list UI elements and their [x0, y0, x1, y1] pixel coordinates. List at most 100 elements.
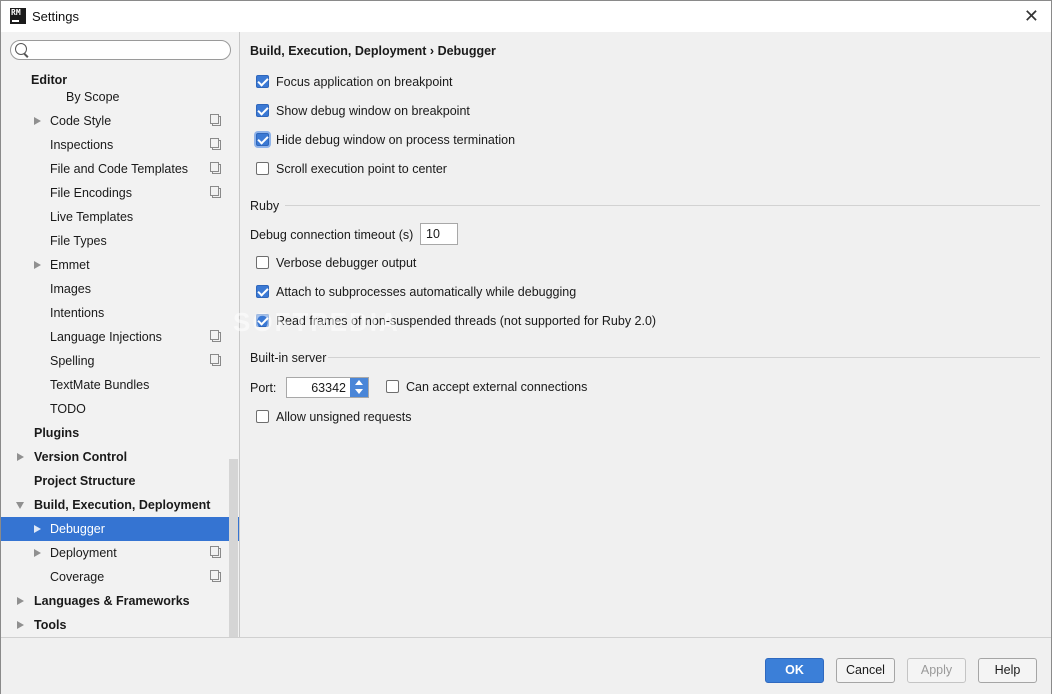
tree-item-code-style[interactable]: Code Style	[1, 109, 239, 133]
settings-sidebar: Editor By Scope Code Style Inspections F…	[1, 32, 240, 637]
tree-item-label: File and Code Templates	[50, 162, 189, 176]
tree-item-version-control[interactable]: Version Control	[1, 445, 239, 469]
spinner-buttons[interactable]	[350, 378, 368, 397]
expand-arrow-icon[interactable]	[34, 525, 41, 533]
tree-item-file-code-templates[interactable]: File and Code Templates	[1, 157, 239, 181]
breadcrumb-parent: Build, Execution, Deployment	[250, 44, 427, 58]
read-frames-checkbox[interactable]	[256, 314, 269, 327]
ok-button[interactable]: OK	[765, 658, 824, 683]
show-debug-window-checkbox[interactable]	[256, 104, 269, 117]
tree-item-label: Inspections	[50, 138, 114, 152]
tree-item-label: Languages & Frameworks	[34, 594, 190, 608]
window-title: Settings	[32, 9, 79, 24]
port-spinner[interactable]: 63342	[286, 377, 369, 398]
tree-item-label: Live Templates	[50, 210, 134, 224]
project-settings-icon	[210, 162, 221, 174]
hide-debug-window-checkbox[interactable]	[256, 133, 269, 146]
tree-item-emmet[interactable]: Emmet	[1, 253, 239, 277]
tree-item-todo[interactable]: TODO	[1, 397, 239, 421]
tree-item-project-structure[interactable]: Project Structure	[1, 469, 239, 493]
settings-content: Build, Execution, Deployment › Debugger …	[240, 32, 1051, 637]
help-button[interactable]: Help	[978, 658, 1037, 683]
settings-window: RM Settings ✕ Editor By Scope Code Style…	[0, 0, 1052, 694]
tree-item-textmate-bundles[interactable]: TextMate Bundles	[1, 373, 239, 397]
server-section-divider	[328, 357, 1040, 358]
tree-item-label: File Encodings	[50, 186, 132, 200]
project-settings-icon	[210, 546, 221, 558]
tree-item-images[interactable]: Images	[1, 277, 239, 301]
ruby-section-divider	[285, 205, 1040, 206]
timeout-input[interactable]: 10	[420, 223, 458, 245]
attach-subprocesses-label: Attach to subprocesses automatically whi…	[276, 285, 577, 299]
ruby-section-title: Ruby	[250, 199, 280, 213]
tree-item-label: By Scope	[66, 90, 120, 104]
expand-arrow-icon[interactable]	[17, 621, 24, 629]
tree-item-file-encodings[interactable]: File Encodings	[1, 181, 239, 205]
scroll-execution-checkbox[interactable]	[256, 162, 269, 175]
show-debug-window-label: Show debug window on breakpoint	[276, 104, 470, 118]
spinner-up-icon[interactable]	[355, 380, 363, 385]
tree-item-label: Build, Execution, Deployment	[34, 498, 211, 512]
port-label: Port:	[250, 381, 277, 395]
expand-arrow-icon[interactable]	[34, 117, 41, 125]
verbose-output-checkbox[interactable]	[256, 256, 269, 269]
expand-arrow-icon[interactable]	[17, 453, 24, 461]
project-settings-icon	[210, 570, 221, 582]
scroll-execution-label: Scroll execution point to center	[276, 162, 447, 176]
tree-item-label: TODO	[50, 402, 86, 416]
tree-item-file-types[interactable]: File Types	[1, 229, 239, 253]
tree-item-plugins[interactable]: Plugins	[1, 421, 239, 445]
server-section-title: Built-in server	[250, 351, 327, 365]
tree-item-debugger[interactable]: Debugger	[1, 517, 239, 541]
project-settings-icon	[210, 354, 221, 366]
tree-item-build-execution-deployment[interactable]: Build, Execution, Deployment	[1, 493, 239, 517]
tree-item-label: Deployment	[50, 546, 117, 560]
tree-item-label: Spelling	[50, 354, 95, 368]
hide-debug-window-label: Hide debug window on process termination	[276, 133, 516, 147]
tree-item-languages-frameworks[interactable]: Languages & Frameworks	[1, 589, 239, 613]
tree-item-intentions[interactable]: Intentions	[1, 301, 239, 325]
unsigned-requests-label: Allow unsigned requests	[276, 410, 412, 424]
focus-app-label: Focus application on breakpoint	[276, 75, 453, 89]
attach-subprocesses-checkbox[interactable]	[256, 285, 269, 298]
sidebar-scrollbar[interactable]	[229, 459, 238, 637]
tree-item-deployment[interactable]: Deployment	[1, 541, 239, 565]
tree-item-label: Version Control	[34, 450, 128, 464]
breadcrumb-separator: ›	[429, 44, 435, 58]
expand-arrow-icon[interactable]	[17, 597, 24, 605]
verbose-output-label: Verbose debugger output	[276, 256, 417, 270]
port-value: 63342	[311, 381, 346, 395]
tree-item-spelling[interactable]: Spelling	[1, 349, 239, 373]
close-icon[interactable]: ✕	[1024, 6, 1039, 27]
external-connections-label: Can accept external connections	[406, 380, 588, 394]
search-input[interactable]	[31, 42, 225, 60]
tree-item-label: Plugins	[34, 426, 80, 440]
tree-item-live-templates[interactable]: Live Templates	[1, 205, 239, 229]
tree-item-label: Intentions	[50, 306, 105, 320]
expand-arrow-icon[interactable]	[34, 549, 41, 557]
spinner-down-icon[interactable]	[355, 389, 363, 394]
dialog-footer: OK Cancel Apply Help	[1, 637, 1051, 694]
tree-item-by-scope[interactable]: By Scope	[1, 85, 239, 109]
project-settings-icon	[210, 138, 221, 150]
project-settings-icon	[210, 330, 221, 342]
tree-item-language-injections[interactable]: Language Injections	[1, 325, 239, 349]
unsigned-requests-checkbox[interactable]	[256, 410, 269, 423]
tree-item-label: File Types	[50, 234, 107, 248]
tree-item-inspections[interactable]: Inspections	[1, 133, 239, 157]
external-connections-checkbox[interactable]	[386, 380, 399, 393]
collapse-arrow-icon[interactable]	[16, 502, 24, 509]
tree-item-label: Tools	[34, 618, 67, 632]
tree-item-label: Code Style	[50, 114, 112, 128]
read-frames-label: Read frames of non-suspended threads (no…	[276, 314, 657, 328]
cancel-button[interactable]: Cancel	[836, 658, 895, 683]
breadcrumb-current: Debugger	[437, 44, 496, 58]
tree-item-coverage[interactable]: Coverage	[1, 565, 239, 589]
search-field[interactable]	[10, 40, 231, 60]
expand-arrow-icon[interactable]	[34, 261, 41, 269]
tree-item-label: Emmet	[50, 258, 90, 272]
apply-button[interactable]: Apply	[907, 658, 966, 683]
tree-item-label: TextMate Bundles	[50, 378, 150, 392]
tree-item-tools[interactable]: Tools	[1, 613, 239, 637]
focus-app-checkbox[interactable]	[256, 75, 269, 88]
